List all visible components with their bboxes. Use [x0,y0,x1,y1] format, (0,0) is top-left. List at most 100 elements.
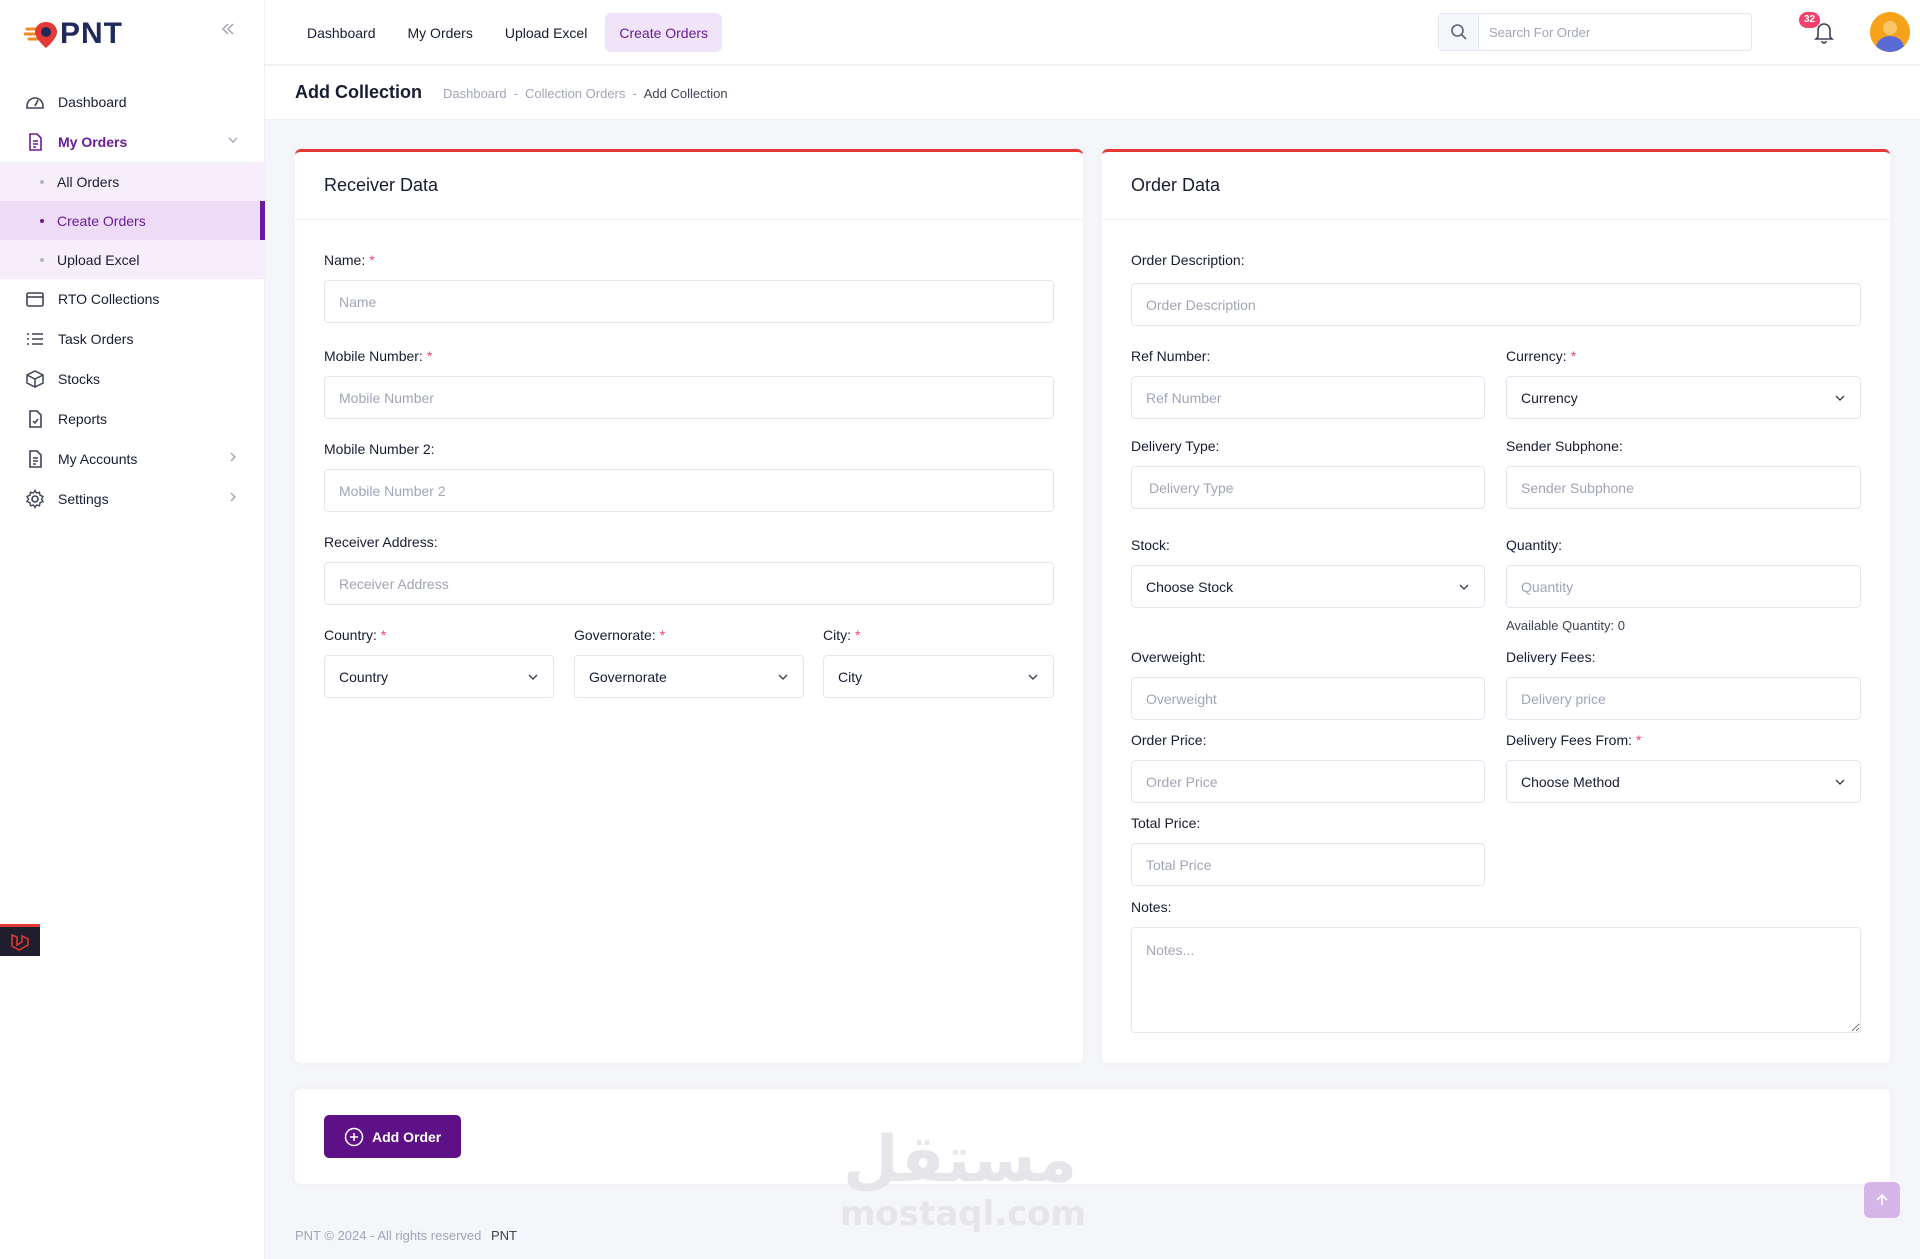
sidebar-item-rto-collections[interactable]: RTO Collections [0,279,265,319]
ref-number-input[interactable] [1131,376,1485,419]
governorate-select[interactable]: Governorate [574,655,804,698]
delivery-fees-label: Delivery Fees: [1506,649,1596,665]
delivery-fees-field-group: Delivery Fees: [1506,648,1861,720]
delivery-fees-from-field-group: Delivery Fees From: * Choose Method [1506,731,1861,803]
document-icon [24,448,46,470]
sidebar-submenu-my-orders: All Orders Create Orders Upload Excel [0,162,265,279]
stock-field-group: Stock: Choose Stock [1131,536,1485,608]
currency-label: Currency: * [1506,348,1577,364]
governorate-field-group: Governorate: * Governorate [574,626,804,698]
watermark-latin: mostaql.com [840,1194,1087,1234]
tab-create-orders[interactable]: Create Orders [605,13,723,52]
city-select[interactable]: City [823,655,1054,698]
tab-upload-excel[interactable]: Upload Excel [491,13,602,52]
order-price-field-group: Order Price: [1131,731,1485,803]
chevron-down-icon [1028,674,1038,680]
delivery-fees-from-select[interactable]: Choose Method [1506,760,1861,803]
chevron-down-icon [1835,779,1845,785]
footer-brand-link[interactable]: PNT [491,1228,517,1243]
ref-number-field-group: Ref Number: [1131,347,1485,419]
delivery-fees-from-label: Delivery Fees From: * [1506,732,1642,748]
sender-subphone-input[interactable] [1506,466,1861,509]
sidebar-subitem-label: All Orders [57,173,120,190]
bullet-icon [40,218,44,223]
delivery-fees-input[interactable] [1506,677,1861,720]
receiver-address-input[interactable] [324,562,1054,605]
country-select[interactable]: Country [324,655,554,698]
address-field-group: Receiver Address: [324,533,1054,605]
sidebar-item-label: Reports [58,411,108,427]
sidebar: PNT Dashboard My Orders All Orders Creat… [0,0,265,1259]
overweight-input[interactable] [1131,677,1485,720]
governorate-select-value: Governorate [589,668,667,685]
stock-select-value: Choose Stock [1146,578,1234,595]
notes-textarea[interactable] [1131,927,1861,1033]
mobile-field-group: Mobile Number: * [324,347,1054,419]
sidebar-subitem-upload-excel[interactable]: Upload Excel [0,240,265,279]
order-price-input[interactable] [1131,760,1485,803]
search-icon[interactable] [1439,14,1479,50]
laravel-debugbar-icon[interactable] [0,924,40,956]
scroll-to-top-button[interactable] [1864,1182,1900,1218]
breadcrumb-separator: - [513,86,518,101]
sidebar-item-my-orders[interactable]: My Orders [0,122,265,162]
sidebar-subitem-label: Create Orders [57,212,146,229]
notes-field-group: Notes: [1131,898,1861,1033]
delivery-type-input[interactable] [1131,466,1485,509]
stock-select[interactable]: Choose Stock [1131,565,1485,608]
breadcrumb-dashboard[interactable]: Dashboard [443,86,507,101]
search-input[interactable] [1479,14,1751,50]
name-input[interactable] [324,280,1054,323]
total-price-input[interactable] [1131,843,1485,886]
sidebar-subitem-label: Upload Excel [57,251,140,268]
currency-select[interactable]: Currency [1506,376,1861,419]
action-card: Add Order [295,1089,1890,1184]
footer: PNT © 2024 - All rights reserved PNT [295,1228,517,1243]
breadcrumb-collection-orders[interactable]: Collection Orders [525,86,625,101]
top-tabs: Dashboard My Orders Upload Excel Create … [293,13,723,52]
quantity-field-group: Quantity: Available Quantity: 0 [1506,536,1861,633]
brand-logo[interactable]: PNT [24,14,123,54]
sidebar-item-dashboard[interactable]: Dashboard [0,82,265,122]
total-price-field-group: Total Price: [1131,814,1485,886]
country-field-group: Country: * Country [324,626,554,698]
avatar[interactable] [1870,12,1910,52]
mobile-number-input[interactable] [324,376,1054,419]
page-title: Add Collection [295,82,422,102]
sidebar-item-task-orders[interactable]: Task Orders [0,319,265,359]
sidebar-subitem-all-orders[interactable]: All Orders [0,162,265,201]
collapse-sidebar-icon[interactable] [216,20,240,44]
sidebar-subitem-create-orders[interactable]: Create Orders [0,201,265,240]
cube-icon [24,368,46,390]
topbar: Dashboard My Orders Upload Excel Create … [265,0,1920,65]
sidebar-item-settings[interactable]: Settings [0,479,265,519]
city-field-group: City: * City [823,626,1054,698]
page-header: Add Collection Dashboard - Collection Or… [265,66,1920,120]
breadcrumb-add-collection: Add Collection [643,86,728,101]
receiver-data-card: Receiver Data Name:* Mobile Number:* Mob… [295,149,1083,1063]
breadcrumb: Dashboard - Collection Orders - Add Coll… [443,86,728,101]
tab-my-orders[interactable]: My Orders [394,13,487,52]
arrow-up-icon [1876,1193,1888,1205]
add-order-button[interactable]: Add Order [324,1115,462,1158]
delivery-fees-from-select-value: Choose Method [1521,773,1620,790]
mobile2-label: Mobile Number 2: [324,441,435,457]
mobile-number-2-input[interactable] [324,469,1054,512]
tab-dashboard[interactable]: Dashboard [293,13,390,52]
delivery-type-label: Delivery Type: [1131,438,1220,454]
sidebar-item-reports[interactable]: Reports [0,399,265,439]
chevron-right-icon [227,451,239,466]
breadcrumb-separator: - [632,86,637,101]
available-quantity-text: Available Quantity: 0 [1506,618,1625,633]
sidebar-item-my-accounts[interactable]: My Accounts [0,439,265,479]
quantity-input[interactable] [1506,565,1861,608]
plus-circle-icon [344,1127,364,1146]
country-select-value: Country [339,668,389,685]
name-label: Name: * [324,252,375,268]
order-description-input[interactable] [1131,283,1861,326]
sender-subphone-field-group: Sender Subphone: [1506,437,1861,509]
bullet-icon [40,179,44,184]
mobile2-field-group: Mobile Number 2: [324,440,1054,512]
order-card-title: Order Data [1102,152,1890,220]
sidebar-item-stocks[interactable]: Stocks [0,359,265,399]
